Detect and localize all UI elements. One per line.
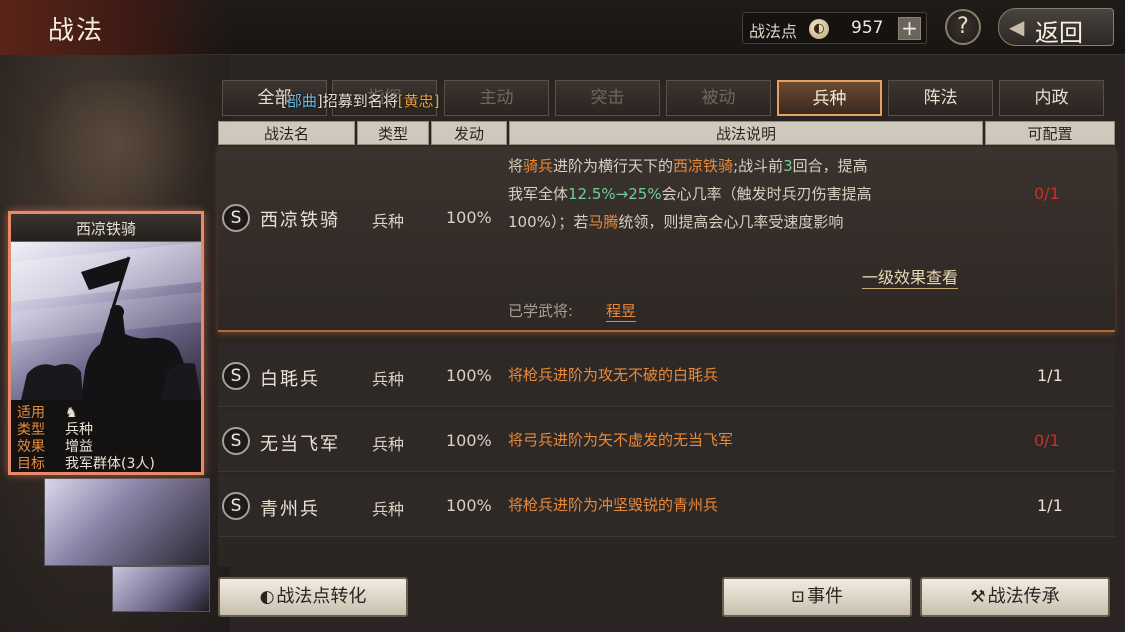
desc-hero: 马腾 [588, 213, 619, 231]
points-value: 957 [851, 18, 884, 38]
desc-part: 我军全体 [508, 185, 569, 203]
tab-passive[interactable]: 被动 [666, 80, 771, 116]
top-bar: 战法 战法点 ◐ 957 + ? ◀ 返回 [0, 0, 1125, 55]
desc-part: 将 [508, 366, 524, 384]
config-count: 0/1 [1034, 184, 1060, 203]
back-button[interactable]: ◀ 返回 [998, 8, 1114, 47]
tactic-type: 兵种 [372, 212, 405, 231]
hammer-icon: ⚒ [970, 587, 986, 607]
desc-part: ;战斗前 [733, 157, 784, 175]
desc-part: 100%）；若 [508, 213, 589, 231]
page-title: 战法 [48, 16, 105, 46]
help-button[interactable]: ? [945, 9, 981, 45]
alert-icon: ⊡ [790, 587, 806, 607]
desc-target: 无当飞军 [673, 431, 734, 449]
tactic-type: 兵种 [372, 435, 405, 454]
banner-hero: [黄忠] [397, 92, 440, 110]
back-arrow-icon: ◀ [1009, 15, 1025, 39]
card-info: 适用 ♞ 类型 兵种 效果 增益 目标 我军群体(3人) [11, 400, 201, 472]
desc-target: 白毦兵 [673, 366, 719, 384]
stacked-card[interactable] [44, 478, 210, 566]
s-rank-icon: S [222, 427, 250, 455]
tactic-type: 兵种 [372, 370, 405, 389]
desc-percent: 12.5%→25% [568, 185, 662, 203]
event-label: 事件 [807, 586, 844, 607]
stacked-card[interactable] [112, 566, 210, 612]
card-title-bar: 西凉铁骑 [11, 214, 201, 242]
tactic-rate: 100% [446, 366, 492, 385]
desc-troop: 枪兵 [523, 496, 554, 514]
tab-internal-affairs[interactable]: 内政 [999, 80, 1104, 116]
desc-target: 西凉铁骑 [673, 157, 734, 175]
tactic-name: 青州兵 [260, 499, 320, 520]
desc-troop: 骑兵 [523, 157, 554, 175]
desc-part: 进阶为横行天下的 [553, 157, 674, 175]
level-one-effect-link[interactable]: 一级效果查看 [862, 264, 959, 289]
desc-part: 将 [508, 496, 524, 514]
tab-formation[interactable]: 阵法 [888, 80, 993, 116]
event-button[interactable]: ⊡ 事件 [722, 577, 912, 617]
convert-label: 战法点转化 [276, 586, 367, 607]
tactic-description: 将枪兵进阶为冲坚毁锐的青州兵 [508, 491, 718, 519]
back-label: 返回 [1035, 19, 1083, 47]
tactic-point-icon: ◐ [809, 19, 829, 39]
title-plate [0, 0, 230, 55]
tactic-points-display: 战法点 ◐ 957 + [742, 12, 927, 44]
column-header-configurable: 可配置 [985, 121, 1115, 145]
config-count: 1/1 [1037, 366, 1063, 385]
inherit-label: 战法传承 [987, 586, 1060, 607]
column-header-name: 战法名 [218, 121, 355, 145]
desc-target: 青州兵 [673, 496, 719, 514]
recruit-notification-banner: [部曲]招募到名将[黄忠] [281, 90, 439, 111]
banner-tag: 部曲 [286, 92, 317, 110]
learned-generals-label: 已学武将: [508, 302, 574, 320]
convert-points-button[interactable]: ◐ 战法点转化 [218, 577, 408, 617]
desc-rounds: 3 [783, 157, 793, 175]
desc-part: 进阶为矢不虚发的 [553, 431, 674, 449]
learned-general-link[interactable]: 程昱 [606, 300, 637, 322]
cavalry-silhouette-icon [11, 242, 201, 400]
tab-troop-type[interactable]: 兵种 [777, 80, 882, 116]
s-rank-icon: S [222, 362, 250, 390]
s-rank-icon: S [222, 204, 250, 232]
config-count: 1/1 [1037, 496, 1063, 515]
desc-troop: 枪兵 [523, 366, 554, 384]
tactic-type: 兵种 [372, 500, 405, 519]
inherit-tactic-button[interactable]: ⚒ 战法传承 [920, 577, 1110, 617]
s-rank-icon: S [222, 492, 250, 520]
column-header-rate: 发动 [431, 121, 507, 145]
card-info-row: 目标 我军群体(3人) [17, 453, 155, 473]
tactic-name: 西凉铁骑 [260, 210, 340, 231]
cavalry-artwork [11, 242, 201, 400]
desc-part: 将 [508, 157, 524, 175]
tactic-name: 无当飞军 [260, 434, 340, 455]
tab-active[interactable]: 主动 [444, 80, 549, 116]
tactic-card[interactable]: 西凉铁骑 适用 ♞ 类型 兵种 效果 增益 目标 我军群体(3人) [8, 211, 204, 475]
tactic-description: 将枪兵进阶为攻无不破的白毦兵 [508, 361, 718, 389]
desc-part: 统领，则提高会心几率受速度影响 [618, 213, 844, 231]
points-label: 战法点 [749, 22, 798, 41]
desc-part: 进阶为冲坚毁锐的 [553, 496, 674, 514]
desc-part: 回合，提高 [792, 157, 868, 175]
desc-part: 进阶为攻无不破的 [553, 366, 674, 384]
tab-assault[interactable]: 突击 [555, 80, 660, 116]
tactic-rate: 100% [446, 496, 492, 515]
tactic-description: 将骑兵进阶为横行天下的西凉铁骑;战斗前3回合，提高 我军全体12.5%→25%会… [508, 152, 978, 236]
config-count: 0/1 [1034, 431, 1060, 450]
desc-part: 将 [508, 431, 524, 449]
card-title: 西凉铁骑 [75, 220, 136, 238]
tactic-description: 将弓兵进阶为矢不虚发的无当飞军 [508, 426, 733, 454]
tactic-point-icon: ◐ [259, 587, 275, 607]
column-header-description: 战法说明 [509, 121, 983, 145]
column-header-type: 类型 [357, 121, 429, 145]
tactic-name: 白毦兵 [260, 369, 320, 390]
add-points-button[interactable]: + [898, 17, 921, 40]
desc-part: 会心几率（触发时兵刃伤害提高 [661, 185, 872, 203]
info-key: 目标 [17, 456, 45, 472]
info-value: 我军群体(3人) [65, 456, 155, 472]
tactic-rate: 100% [446, 431, 492, 450]
desc-troop: 弓兵 [523, 431, 554, 449]
banner-text: 招募到名将 [322, 92, 398, 110]
tactic-rate: 100% [446, 208, 492, 227]
